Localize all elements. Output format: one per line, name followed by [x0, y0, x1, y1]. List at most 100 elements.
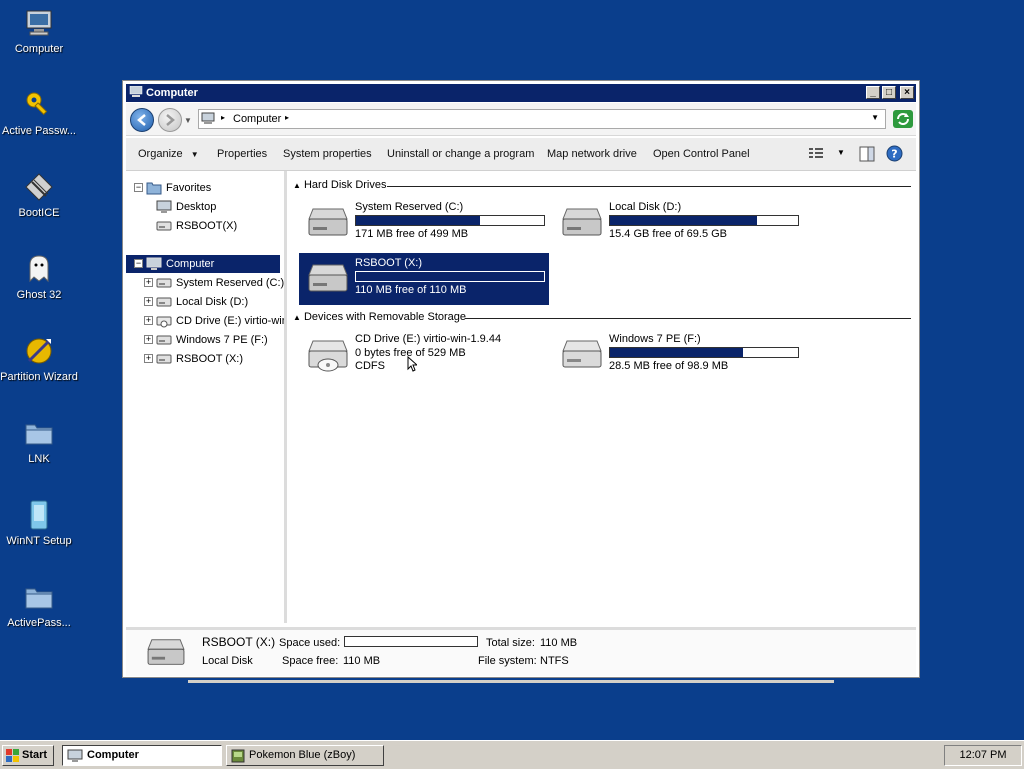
desktop-icon-label: LNK [28, 453, 50, 465]
open-control-panel-button[interactable]: Open Control Panel [653, 148, 750, 160]
group-header-removable[interactable]: ▲ Devices with Removable Storage [293, 311, 466, 325]
desktop-icon-label: ActivePass... [7, 617, 71, 629]
tree-item-drive[interactable]: + CD Drive (E:) virtio-win [126, 312, 284, 330]
start-button[interactable]: Start [2, 745, 54, 766]
address-field[interactable]: ▸ Computer ▸ ▼ [198, 109, 886, 129]
drive-free-space: 15.4 GB free of 69.5 GB [609, 228, 728, 240]
system-properties-button[interactable]: System properties [283, 148, 372, 160]
collapse-arrow-icon[interactable]: ▲ [293, 181, 301, 190]
tree-label: Computer [166, 258, 215, 270]
uninstall-program-button[interactable]: Uninstall or change a program [387, 148, 534, 160]
collapse-icon[interactable]: − [134, 259, 143, 268]
tree-item-computer[interactable]: − Computer [126, 255, 280, 273]
windows-logo-icon [6, 749, 20, 769]
expand-icon[interactable]: + [144, 316, 153, 325]
tree-label: Favorites [166, 182, 212, 194]
desktop-icon-label: Computer [14, 43, 64, 55]
desktop-icon-bootice[interactable]: BootICE [0, 170, 78, 220]
expand-icon[interactable]: + [144, 297, 153, 306]
task-pokemon-blue[interactable]: Pokemon Blue (zBoy) [226, 745, 384, 766]
tree-item-favorites[interactable]: − Favorites [126, 179, 280, 197]
drive-free-space: 28.5 MB free of 98.9 MB [609, 360, 729, 372]
space-free-label: Space free: [282, 655, 339, 667]
hard-drive-icon [308, 264, 348, 292]
organize-button[interactable]: Organize ▼ [138, 148, 199, 160]
tree-item-drive[interactable]: + RSBOOT (X:) [126, 350, 284, 368]
computer-icon [129, 85, 143, 98]
breadcrumb-arrow-icon[interactable]: ▸ [285, 113, 289, 122]
drive-name: Local Disk (D:) [609, 201, 682, 213]
tree-item-drive[interactable]: + Local Disk (D:) [126, 293, 284, 311]
drive-free-space: 171 MB free of 499 MB [355, 228, 469, 240]
desktop-icon-label: Partition Wizard [0, 371, 78, 383]
forward-button[interactable] [158, 108, 182, 132]
address-bar: ▼ ▸ Computer ▸ ▼ [126, 103, 916, 136]
expand-icon[interactable]: + [144, 335, 153, 344]
explorer-window: Computer _ □ × ▼ ▸ Computer ▸ ▼ Organize… [122, 80, 920, 678]
space-free-value: 110 MB [343, 655, 381, 667]
minimize-button[interactable]: _ [866, 86, 880, 99]
tree-item-drive[interactable]: + System Reserved (C:) [126, 274, 284, 292]
expand-icon[interactable]: + [144, 354, 153, 363]
system-tray-clock[interactable]: 12:07 PM [944, 745, 1022, 766]
drive-tile-system-reserved[interactable]: System Reserved (C:) 171 MB free of 499 … [299, 197, 549, 249]
desktop-icon-partition-wizard[interactable]: Partition Wizard [0, 334, 78, 384]
drive-icon [156, 219, 172, 233]
navigation-pane: − Favorites Desktop RSBOOT(X) − Computer [126, 171, 288, 623]
drive-tile-rsboot[interactable]: RSBOOT (X:) 110 MB free of 110 MB [299, 253, 549, 305]
title-bar[interactable]: Computer _ □ × [126, 84, 916, 102]
hard-drive-icon [156, 276, 172, 290]
desktop-icon-label: BootICE [18, 207, 60, 219]
drive-name: System Reserved (C:) [355, 201, 464, 213]
close-button[interactable]: × [900, 86, 914, 99]
collapse-icon[interactable]: − [134, 183, 143, 192]
map-network-drive-button[interactable]: Map network drive [547, 148, 637, 160]
tree-label: RSBOOT (X:) [176, 353, 244, 365]
drive-file-system: CDFS [355, 360, 385, 372]
drive-name: CD Drive (E:) virtio-win-1.9.44 [355, 333, 502, 345]
content-pane: ▲ Hard Disk Drives System Reserved (C:) … [287, 171, 918, 623]
svg-text:?: ? [891, 148, 897, 161]
drive-tile-cd-drive[interactable]: CD Drive (E:) virtio-win-1.9.44 0 bytes … [299, 329, 549, 381]
view-options-icon[interactable] [808, 146, 824, 163]
drive-usage-bar [355, 215, 545, 226]
desktop-icon-lnk[interactable]: LNK [0, 416, 78, 466]
hard-drive-icon [144, 636, 188, 673]
arrow-right-icon [166, 114, 175, 126]
drive-tile-windows7pe[interactable]: Windows 7 PE (F:) 28.5 MB free of 98.9 M… [553, 329, 803, 381]
properties-button[interactable]: Properties [217, 148, 267, 160]
tree-item-desktop[interactable]: Desktop [126, 198, 280, 216]
maximize-button[interactable]: □ [882, 86, 896, 99]
desktop-icon-activepass[interactable]: ActivePass... [0, 580, 78, 630]
history-dropdown-icon[interactable]: ▼ [184, 116, 192, 125]
address-dropdown-icon[interactable]: ▼ [871, 113, 879, 122]
collapse-arrow-icon[interactable]: ▲ [293, 313, 301, 322]
breadcrumb-arrow-icon[interactable]: ▸ [221, 113, 225, 122]
drive-tile-local-disk[interactable]: Local Disk (D:) 15.4 GB free of 69.5 GB [553, 197, 803, 249]
view-dropdown-icon[interactable]: ▼ [837, 148, 845, 157]
help-icon[interactable]: ? [886, 145, 903, 165]
tree-label: System Reserved (C:) [176, 277, 285, 289]
desktop-icon-label: Active Passw... [2, 125, 76, 137]
desktop-icon-ghost32[interactable]: Ghost 32 [0, 252, 78, 302]
tree-label: CD Drive (E:) virtio-win [176, 315, 288, 327]
task-label: Pokemon Blue (zBoy) [249, 749, 356, 761]
taskbar: Start Computer Pokemon Blue (zBoy) 12:07… [0, 740, 1024, 769]
preview-pane-icon[interactable] [859, 146, 875, 165]
task-computer[interactable]: Computer [62, 745, 222, 766]
desktop-icon-computer[interactable]: Computer [0, 6, 78, 56]
tree-label: Windows 7 PE (F:) [176, 334, 268, 346]
breadcrumb-computer[interactable]: Computer [233, 113, 281, 125]
desktop-icon-winnt-setup[interactable]: WinNT Setup [0, 498, 78, 548]
tree-item-drive[interactable]: + Windows 7 PE (F:) [126, 331, 284, 349]
desktop-icon-active-password[interactable]: Active Passw... [0, 88, 78, 138]
expand-icon[interactable]: + [144, 278, 153, 287]
tree-item-rsboot-favorite[interactable]: RSBOOT(X) [126, 217, 280, 235]
group-header-hard-disks[interactable]: ▲ Hard Disk Drives [293, 179, 387, 193]
refresh-button[interactable] [893, 110, 913, 128]
mouse-cursor-icon [407, 356, 417, 372]
organize-label: Organize [138, 148, 183, 160]
folder-icon [22, 580, 56, 614]
back-button[interactable] [130, 108, 154, 132]
total-size-label: Total size: [486, 637, 535, 649]
